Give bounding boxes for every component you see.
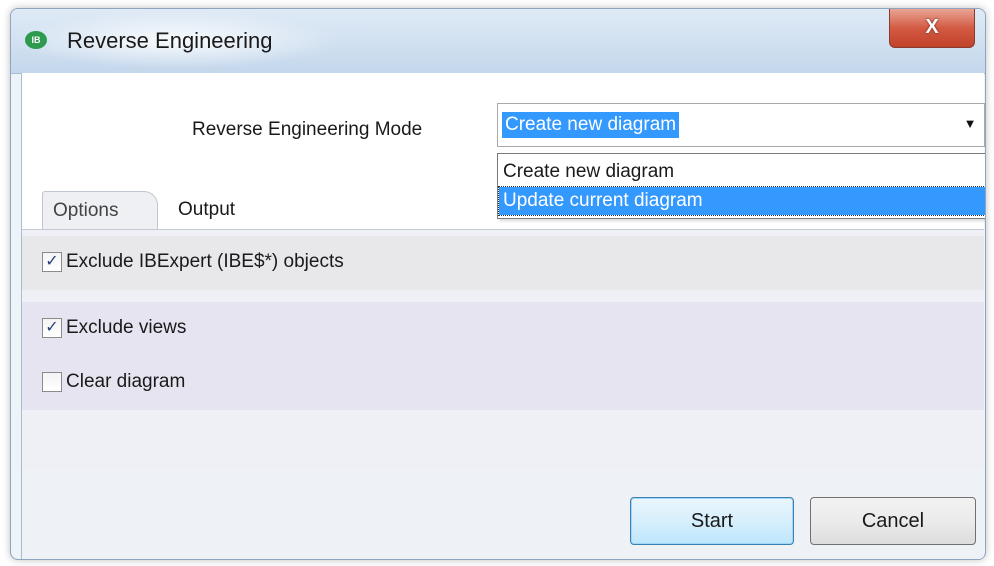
title-bar[interactable]: IB Reverse Engineering X [11,9,985,74]
exclude-ibexpert-objects-checkbox[interactable]: ✓ [42,252,62,272]
clear-diagram-checkbox[interactable] [42,372,62,392]
tab-output[interactable]: Output [178,191,235,229]
ibexpert-app-icon: IB [25,31,47,49]
dialog-content: Reverse Engineering Mode Create new diag… [21,73,985,559]
option-row-exclude-views: ✓ Exclude views [22,302,984,356]
exclude-views-label[interactable]: Exclude views [66,315,186,341]
chevron-down-icon[interactable]: ▼ [960,114,980,134]
mode-select-value: Create new diagram [502,112,680,138]
option-row-clear-diagram: Clear diagram [22,356,984,410]
tab-bar: Options Output [34,183,474,229]
mode-option-create-new-diagram[interactable]: Create new diagram [499,158,985,186]
exclude-views-checkbox[interactable]: ✓ [42,318,62,338]
clear-diagram-label[interactable]: Clear diagram [66,369,185,395]
option-row-exclude-ibexpert-objects: ✓ Exclude IBExpert (IBE$*) objects [22,236,984,290]
close-icon: X [925,16,939,38]
button-bar: Start Cancel [22,469,984,559]
cancel-button[interactable]: Cancel [810,497,976,545]
tab-options[interactable]: Options [42,191,158,229]
reverse-engineering-dialog: IB Reverse Engineering X Reverse Enginee… [10,8,986,560]
exclude-ibexpert-objects-label[interactable]: Exclude IBExpert (IBE$*) objects [66,249,344,275]
window-title: Reverse Engineering [67,28,273,53]
start-button[interactable]: Start [630,497,794,545]
close-button[interactable]: X [889,9,975,48]
mode-label: Reverse Engineering Mode [192,119,423,140]
mode-select[interactable]: Create new diagram ▼ [497,103,985,147]
checkmark-icon: ✓ [45,253,59,270]
mode-dropdown-list: Create new diagram Update current diagra… [497,153,985,219]
options-panel: ✓ Exclude IBExpert (IBE$*) objects ✓ Exc… [22,229,984,471]
checkmark-icon: ✓ [45,319,59,336]
mode-option-update-current-diagram[interactable]: Update current diagram [498,186,985,216]
